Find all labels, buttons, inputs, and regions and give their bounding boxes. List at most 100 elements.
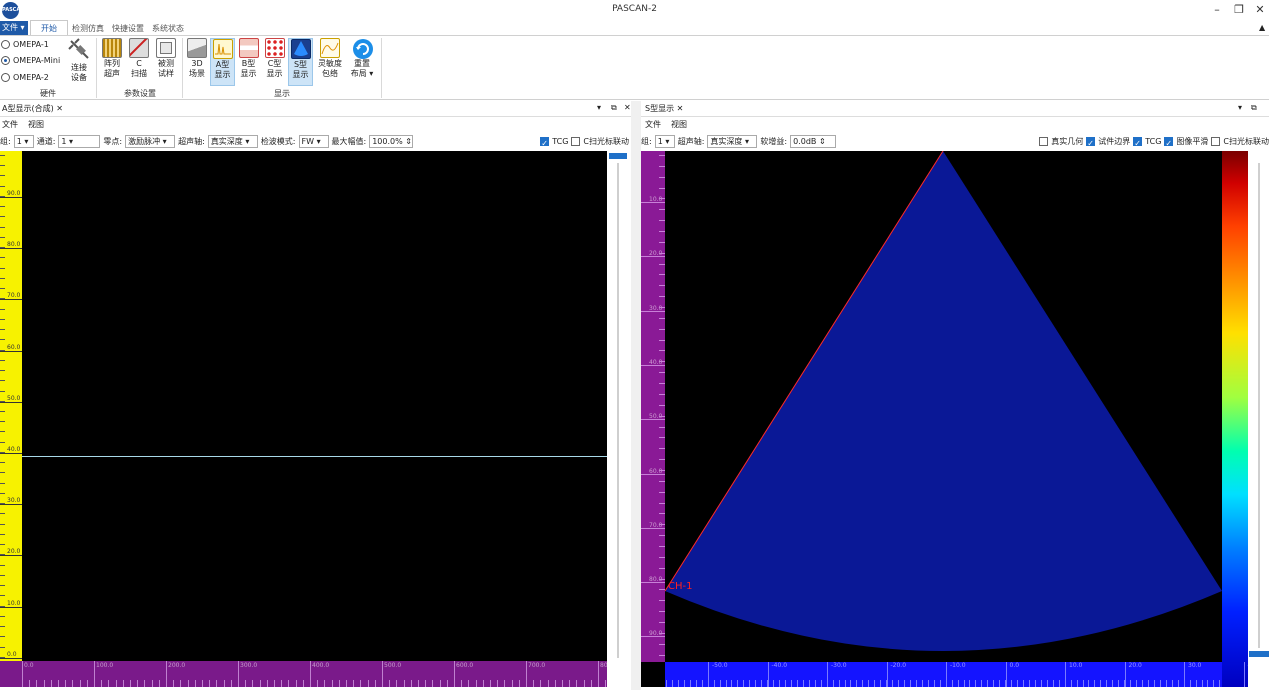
minimize-button[interactable]: – <box>1206 2 1228 18</box>
specimen-button[interactable]: 被测 试样 <box>153 38 179 86</box>
scrollbar-thumb[interactable] <box>609 153 627 159</box>
restore-button[interactable]: ❐ <box>1228 2 1250 18</box>
specimen-edge-checkbox[interactable] <box>1086 135 1096 150</box>
zero-label: 零点: <box>103 137 123 146</box>
ruler-tick <box>0 197 22 198</box>
sscan-tab[interactable]: S型显示 ✕ <box>643 101 683 116</box>
tab-system-status[interactable]: 系统状态 <box>152 22 184 35</box>
panel-splitter[interactable] <box>631 101 641 690</box>
sensitivity-envelope-button[interactable]: 灵敏度 包络 <box>315 38 345 86</box>
true-geometry-checkbox[interactable] <box>1039 137 1049 146</box>
ruler-tick <box>584 680 585 687</box>
colorbar-slider-thumb[interactable] <box>1249 651 1269 657</box>
device-radio-omepa-mini[interactable]: OMEPA-Mini <box>1 53 60 68</box>
tab-start[interactable]: 开始 <box>30 20 68 36</box>
ruler-tick <box>555 680 556 687</box>
ascan-menu-file[interactable]: 文件 <box>2 118 18 132</box>
device-radio-omepa-2[interactable]: OMEPA-2 <box>1 70 49 85</box>
gain-spinner[interactable]: 0.0dB ⇕ <box>790 135 837 148</box>
refresh-icon <box>352 38 373 59</box>
ruler-tick <box>0 555 22 557</box>
ribbon-collapse-icon[interactable]: ▲ <box>1259 23 1265 32</box>
ruler-tick <box>845 680 846 687</box>
ruler-tick <box>1047 680 1048 687</box>
reset-layout-button[interactable]: 重置 布局 ▾ <box>347 38 377 86</box>
ruler-tick <box>797 680 798 687</box>
close-icon[interactable]: ✕ <box>56 104 63 113</box>
file-menu-button[interactable]: 文件 ▾ <box>0 21 28 35</box>
float-window-icon[interactable]: ⧉ <box>1251 103 1257 113</box>
ruler-tick <box>1053 680 1054 687</box>
ruler-tick <box>1154 680 1155 687</box>
channel-select[interactable]: 1 ▾ <box>58 135 101 148</box>
sscan-tab-title: S型显示 <box>645 104 675 113</box>
ruler-tick <box>827 680 828 687</box>
cursor-link-checkbox[interactable] <box>571 137 581 146</box>
ascan-y-tick-label: 20.0 <box>7 548 21 556</box>
ruler-tick <box>659 155 665 156</box>
device-label: OMEPA-Mini <box>13 56 61 65</box>
ruler-tick <box>659 492 665 493</box>
ascan-y-tick-label: 80.0 <box>7 241 21 249</box>
sscan-menu-view[interactable]: 视图 <box>671 118 687 132</box>
mode-select[interactable]: FW ▾ <box>298 135 329 148</box>
display-label: B型 <box>241 59 256 68</box>
close-icon[interactable]: ✕ <box>624 103 631 112</box>
array-ultrasound-button[interactable]: 阵列 超声 <box>99 38 125 86</box>
ruler-tick <box>726 680 727 687</box>
sscan-menu-file[interactable]: 文件 <box>645 118 661 132</box>
smoothing-checkbox[interactable] <box>1164 135 1174 150</box>
ruler-tick <box>0 504 22 506</box>
s-scan-display-button[interactable]: S型 显示 <box>288 38 313 86</box>
s-scan-fan-icon <box>290 39 311 59</box>
ruler-tick <box>946 680 947 687</box>
axis-select[interactable]: 真实深度 ▾ <box>207 135 258 148</box>
b-scan-display-button[interactable]: B型 显示 <box>236 38 261 86</box>
sscan-x-tick-label: -20.0 <box>890 662 907 669</box>
ruler-tick <box>1088 680 1089 687</box>
ruler-tick <box>576 680 577 687</box>
ruler-tick <box>659 470 665 471</box>
axis-select[interactable]: 真实深度 ▾ <box>707 135 758 148</box>
ruler-tick <box>856 680 857 687</box>
ruler-tick <box>886 680 887 687</box>
tcg-checkbox[interactable] <box>540 135 550 152</box>
float-window-icon[interactable]: ⧉ <box>611 103 617 113</box>
ruler-tick <box>0 554 5 555</box>
tab-simulation[interactable]: 检测仿真 <box>72 22 104 35</box>
device-radio-omepa-1[interactable]: OMEPA-1 <box>1 37 49 52</box>
ascan-tab[interactable]: A型显示(合成) ✕ <box>0 101 63 116</box>
ruler-tick <box>0 534 5 535</box>
tcg-checkbox[interactable] <box>1133 135 1143 150</box>
c-scan-display-button[interactable]: C型 显示 <box>262 38 287 86</box>
ruler-tick <box>0 483 5 484</box>
c-scan-button[interactable]: C 扫描 <box>126 38 152 86</box>
cursor-link-checkbox[interactable] <box>1211 137 1221 146</box>
params-group-label: 参数设置 <box>124 89 156 98</box>
3d-scene-button[interactable]: 3D 场景 <box>184 38 210 86</box>
close-button[interactable]: ✕ <box>1249 2 1269 18</box>
close-icon[interactable]: ✕ <box>677 104 684 113</box>
ascan-menu-view[interactable]: 视图 <box>28 118 44 132</box>
ruler-tick <box>1124 680 1125 687</box>
ruler-tick <box>0 524 5 525</box>
gain-value: 0.0dB <box>793 137 817 146</box>
connect-device-button[interactable]: 连接 设备 <box>66 38 92 86</box>
chevron-down-icon[interactable]: ▾ <box>597 103 601 112</box>
a-scan-display-button[interactable]: A型 显示 <box>210 38 235 86</box>
ascan-plot-area[interactable] <box>22 151 607 661</box>
group-select[interactable]: 1 ▾ <box>654 135 675 148</box>
ruler-tick <box>1017 680 1018 687</box>
max-amp-spinner[interactable]: 100.0% ⇕ <box>369 135 414 148</box>
ruler-tick <box>0 339 5 340</box>
ruler-tick <box>1106 680 1107 687</box>
chevron-down-icon[interactable]: ▾ <box>1238 103 1242 112</box>
tab-quick-settings[interactable]: 快捷设置 <box>112 22 144 35</box>
zero-select[interactable]: 激励脉冲 ▾ <box>125 135 176 148</box>
sscan-plot-area[interactable] <box>664 150 1222 662</box>
ruler-tick <box>195 680 196 687</box>
group-select[interactable]: 1 ▾ <box>13 135 34 148</box>
ruler-tick <box>0 370 5 371</box>
ruler-tick <box>975 680 976 687</box>
ruler-tick <box>0 657 5 658</box>
